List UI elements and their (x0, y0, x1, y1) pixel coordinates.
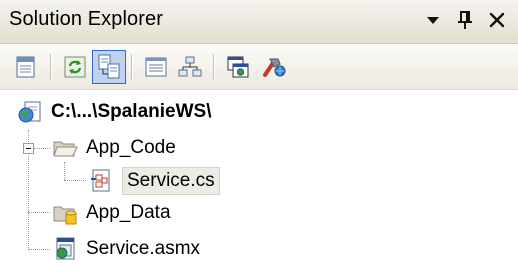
tree-item-label: Service.cs (122, 167, 220, 195)
folder-open-icon (53, 141, 78, 157)
tree-item-service-cs[interactable]: Service.cs (88, 165, 220, 197)
tree-root-project[interactable]: C:\...\SpalanieWS\ (17, 96, 211, 128)
web-project-icon (18, 101, 41, 123)
data-folder-icon (53, 206, 77, 225)
tree-connector-line (64, 162, 65, 180)
view-designer-icon (178, 56, 202, 77)
nest-related-files-button[interactable] (92, 50, 126, 84)
panel-title: Solution Explorer (9, 8, 164, 30)
asmx-file-icon (56, 237, 75, 260)
properties-button[interactable] (9, 50, 43, 84)
csharp-file-icon (91, 169, 110, 192)
asp-net-configuration-icon (263, 58, 286, 77)
tree-item-service-asmx[interactable]: Service.asmx (52, 233, 200, 265)
toolbar-separator (50, 54, 52, 80)
properties-icon (16, 56, 35, 78)
tree-root-label: C:\...\SpalanieWS\ (51, 101, 212, 122)
toolbar-separator (213, 54, 215, 80)
collapse-app-code-toggle[interactable] (23, 143, 34, 154)
chevron-down-icon (427, 17, 439, 24)
copy-website-button[interactable] (221, 50, 255, 84)
nest-related-files-icon (98, 54, 120, 79)
tree-item-label: Service.asmx (86, 238, 201, 259)
close-icon (489, 12, 505, 28)
copy-website-icon (227, 56, 249, 78)
solution-tree: C:\...\SpalanieWS\ App_Code Service.cs A… (0, 90, 518, 273)
tree-connector-line (28, 249, 50, 250)
close-button[interactable] (484, 6, 510, 34)
tree-connector-line (64, 180, 86, 181)
refresh-button[interactable] (58, 50, 92, 84)
view-class-diagram-button[interactable] (173, 50, 207, 84)
pin-icon (458, 11, 472, 29)
solution-explorer-panel: Solution Explorer C:\...\SpalanieWS\ App… (0, 0, 518, 273)
tree-item-app-code[interactable]: App_Code (52, 132, 176, 164)
tree-connector-line (34, 148, 50, 149)
view-code-icon (145, 57, 167, 77)
toolbar-separator (131, 54, 133, 80)
view-code-button[interactable] (139, 50, 173, 84)
tree-item-app-data[interactable]: App_Data (52, 197, 171, 229)
tree-item-label: App_Data (86, 202, 171, 223)
tree-connector-line (28, 212, 50, 213)
refresh-icon (64, 56, 86, 78)
tree-item-label: App_Code (86, 137, 176, 158)
panel-title-bar: Solution Explorer (0, 0, 518, 44)
window-position-dropdown-button[interactable] (420, 6, 446, 34)
asp-net-configuration-button[interactable] (257, 50, 291, 84)
auto-hide-pin-button[interactable] (452, 6, 478, 34)
solution-explorer-toolbar (0, 44, 518, 90)
